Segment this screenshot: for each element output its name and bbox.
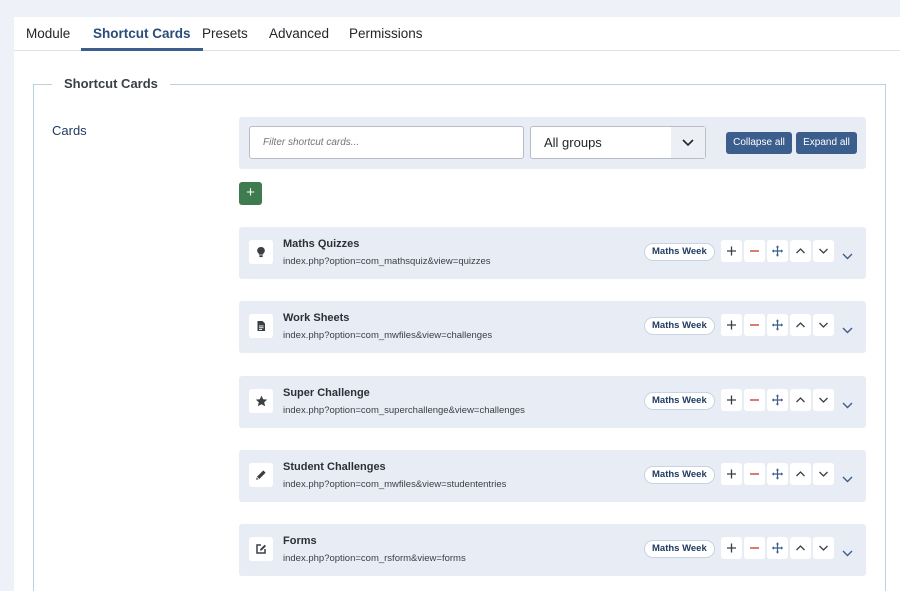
group-badge: Maths Week <box>644 392 715 410</box>
tab-bar: Module Shortcut Cards Presets Advanced P… <box>14 17 900 51</box>
group-badge: Maths Week <box>644 317 715 335</box>
chevron-down-icon <box>671 127 705 158</box>
card-row[interactable]: Student Challenges index.php?option=com_m… <box>239 450 866 502</box>
remove-card-button[interactable] <box>744 463 765 485</box>
drag-handle[interactable] <box>767 463 788 485</box>
group-select-value: All groups <box>544 135 602 150</box>
group-badge: Maths Week <box>644 466 715 484</box>
card-url: index.php?option=com_mathsquiz&view=quiz… <box>283 256 491 267</box>
drag-handle[interactable] <box>767 389 788 411</box>
card-url: index.php?option=com_rsform&view=forms <box>283 553 466 564</box>
add-card-button[interactable]: + <box>239 182 262 205</box>
tab-advanced[interactable]: Advanced <box>269 17 329 51</box>
module-panel: Module Shortcut Cards Presets Advanced P… <box>14 17 900 591</box>
tab-permissions[interactable]: Permissions <box>349 17 423 51</box>
filter-input[interactable] <box>249 126 524 159</box>
remove-card-button[interactable] <box>744 314 765 336</box>
star-icon <box>249 389 273 413</box>
group-badge: Maths Week <box>644 243 715 261</box>
add-below-button[interactable] <box>721 463 742 485</box>
fieldset-legend: Shortcut Cards <box>52 75 170 93</box>
group-badge: Maths Week <box>644 540 715 558</box>
drag-handle[interactable] <box>767 537 788 559</box>
expand-card-chevron-icon[interactable] <box>842 247 853 265</box>
add-below-button[interactable] <box>721 537 742 559</box>
drag-handle[interactable] <box>767 314 788 336</box>
cards-toolbar: All groups Collapse all Expand all <box>239 117 866 169</box>
group-select[interactable]: All groups <box>530 126 706 159</box>
add-below-button[interactable] <box>721 314 742 336</box>
pencil-icon <box>249 463 273 487</box>
move-down-button[interactable] <box>813 389 834 411</box>
move-down-button[interactable] <box>813 240 834 262</box>
card-title: Work Sheets <box>283 312 350 324</box>
expand-card-chevron-icon[interactable] <box>842 396 853 414</box>
card-title: Student Challenges <box>283 461 386 473</box>
move-down-button[interactable] <box>813 314 834 336</box>
move-up-button[interactable] <box>790 389 811 411</box>
lightbulb-icon <box>249 240 273 264</box>
drag-handle[interactable] <box>767 240 788 262</box>
move-down-button[interactable] <box>813 537 834 559</box>
move-up-button[interactable] <box>790 463 811 485</box>
remove-card-button[interactable] <box>744 537 765 559</box>
expand-all-button[interactable]: Expand all <box>796 132 857 154</box>
move-up-button[interactable] <box>790 240 811 262</box>
card-title: Forms <box>283 535 317 547</box>
tab-shortcut-cards[interactable]: Shortcut Cards <box>81 17 203 51</box>
card-row[interactable]: Forms index.php?option=com_rsform&view=fo… <box>239 524 866 576</box>
add-below-button[interactable] <box>721 389 742 411</box>
remove-card-button[interactable] <box>744 389 765 411</box>
remove-card-button[interactable] <box>744 240 765 262</box>
expand-card-chevron-icon[interactable] <box>842 321 853 339</box>
move-up-button[interactable] <box>790 314 811 336</box>
card-row[interactable]: Work Sheets index.php?option=com_mwfiles&… <box>239 301 866 353</box>
move-down-button[interactable] <box>813 463 834 485</box>
card-title: Maths Quizzes <box>283 238 360 250</box>
add-below-button[interactable] <box>721 240 742 262</box>
card-title: Super Challenge <box>283 387 370 399</box>
card-url: index.php?option=com_mwfiles&view=studen… <box>283 479 507 490</box>
edit-icon <box>249 537 273 561</box>
expand-card-chevron-icon[interactable] <box>842 470 853 488</box>
collapse-all-button[interactable]: Collapse all <box>726 132 792 154</box>
card-row[interactable]: Maths Quizzes index.php?option=com_mathsq… <box>239 227 866 279</box>
expand-card-chevron-icon[interactable] <box>842 544 853 562</box>
cards-field-label: Cards <box>52 123 87 138</box>
tab-module[interactable]: Module <box>26 17 70 51</box>
tab-presets[interactable]: Presets <box>202 17 248 51</box>
file-icon <box>249 314 273 338</box>
card-url: index.php?option=com_mwfiles&view=challe… <box>283 330 493 341</box>
move-up-button[interactable] <box>790 537 811 559</box>
card-url: index.php?option=com_superchallenge&view… <box>283 405 525 416</box>
card-row[interactable]: Super Challenge index.php?option=com_supe… <box>239 376 866 428</box>
